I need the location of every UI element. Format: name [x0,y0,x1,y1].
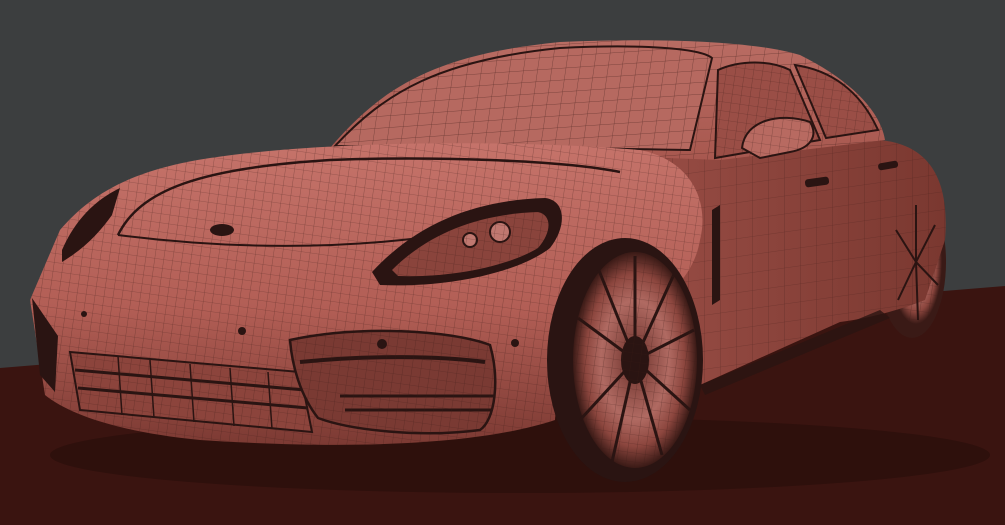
right-air-intake [288,329,497,435]
car-render-scene [0,0,1005,525]
front-wheel [547,238,703,482]
parking-sensor [511,339,519,347]
3d-viewport[interactable] [0,0,1005,525]
fender-vent [712,205,720,305]
parking-sensor [238,327,246,335]
parking-sensor [377,339,387,349]
parking-sensor [81,311,87,317]
hood-badge [210,224,234,236]
